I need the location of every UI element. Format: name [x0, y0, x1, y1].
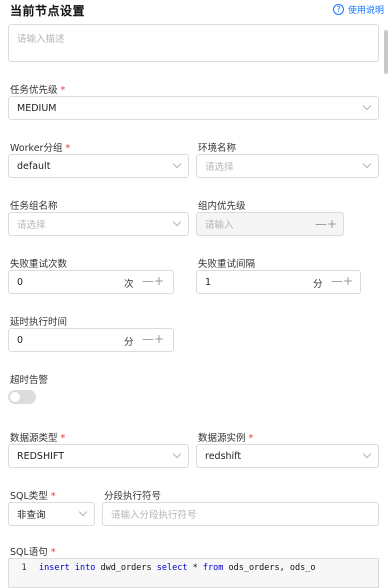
timeout-alarm-toggle[interactable]: [8, 390, 36, 404]
datasource-type-value: REDSHIFT: [17, 450, 64, 462]
task-priority-label: 任务优先级 *: [10, 85, 66, 96]
description-placeholder: 请输入描述: [17, 34, 65, 45]
minus-button[interactable]: —: [331, 274, 343, 288]
datasource-instance-label: 数据源实例 *: [198, 433, 254, 444]
page-title: 当前节点设置: [10, 4, 86, 18]
sql-type-select[interactable]: 非查询: [8, 502, 95, 526]
task-priority-value: MEDIUM: [17, 102, 57, 114]
delay-time-value: 0: [17, 334, 24, 346]
datasource-type-select[interactable]: REDSHIFT: [8, 444, 189, 468]
chevron-down-icon: [362, 159, 372, 169]
chevron-down-icon: [172, 159, 182, 169]
toggle-knob: [10, 392, 20, 402]
chevron-down-icon: [362, 449, 372, 459]
plus-button[interactable]: +: [327, 217, 337, 231]
chevron-down-icon: [362, 101, 372, 111]
datasource-type-label: 数据源类型 *: [10, 433, 66, 444]
worker-group-value: default: [17, 160, 51, 172]
segment-separator-input[interactable]: 请输入分段执行符号: [102, 502, 379, 526]
minus-button[interactable]: —: [315, 217, 327, 231]
sql-type-value: 非查询: [17, 510, 46, 521]
plus-button[interactable]: +: [343, 274, 353, 288]
task-group-name-placeholder: 请选择: [17, 220, 46, 231]
plus-button[interactable]: +: [154, 332, 164, 346]
retry-interval-unit: 分: [313, 279, 323, 290]
task-priority-select[interactable]: MEDIUM: [8, 96, 379, 120]
group-priority-label: 组内优先级: [198, 201, 246, 212]
chevron-down-icon: [172, 217, 182, 227]
env-name-select[interactable]: 请选择: [196, 154, 379, 178]
group-priority-placeholder: 请输入: [205, 220, 234, 231]
datasource-instance-select[interactable]: redshift: [196, 444, 379, 468]
chevron-down-icon: [78, 507, 88, 517]
line-number: 1: [21, 563, 27, 573]
retry-times-label: 失败重试次数: [10, 259, 68, 270]
retry-times-value: 0: [17, 276, 24, 288]
worker-group-label: Worker分组 *: [10, 143, 71, 154]
minus-button[interactable]: —: [142, 332, 154, 346]
help-label: 使用说明: [347, 6, 384, 16]
task-group-name-select[interactable]: 请选择: [8, 212, 189, 236]
sql-code: insert into dwd_orders select * from ods…: [39, 563, 316, 573]
retry-interval-label: 失败重试间隔: [198, 259, 256, 270]
group-priority-input[interactable]: 请输入 — +: [196, 212, 344, 236]
datasource-instance-value: redshift: [205, 450, 242, 462]
env-name-label: 环境名称: [198, 143, 237, 154]
segment-separator-placeholder: 请输入分段执行符号: [111, 510, 197, 521]
sql-statement-label: SQL语句 *: [10, 547, 56, 558]
scrollbar[interactable]: [384, 30, 388, 74]
delay-time-unit: 分: [124, 337, 134, 348]
minus-button[interactable]: —: [142, 274, 154, 288]
description-textarea[interactable]: 请输入描述: [8, 24, 379, 62]
worker-group-select[interactable]: default: [8, 154, 189, 178]
sql-editor[interactable]: 1 insert into dwd_orders select * from o…: [8, 558, 379, 588]
env-name-placeholder: 请选择: [205, 162, 234, 173]
chevron-down-icon: [172, 449, 182, 459]
retry-interval-value: 1: [205, 276, 212, 288]
timeout-alarm-label: 超时告警: [10, 375, 49, 386]
help-link[interactable]: ? 使用说明: [332, 3, 384, 16]
sql-type-label: SQL类型 *: [10, 491, 56, 502]
plus-button[interactable]: +: [154, 274, 164, 288]
task-group-name-label: 任务组名称: [10, 201, 58, 212]
delay-time-label: 延时执行时间: [10, 317, 68, 328]
segment-separator-label: 分段执行符号: [104, 491, 162, 502]
retry-times-unit: 次: [124, 279, 134, 290]
question-circle-icon: ?: [332, 4, 344, 15]
code-line: 1 insert into dwd_orders select * from o…: [9, 563, 378, 573]
